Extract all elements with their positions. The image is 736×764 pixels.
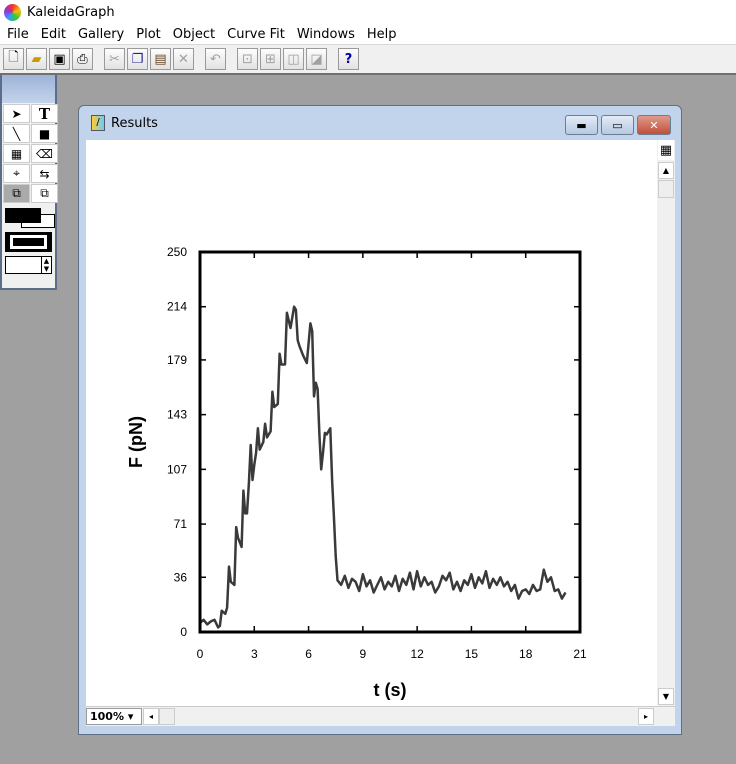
x-tick-label: 9: [360, 647, 367, 661]
x-tick-label: 0: [197, 647, 204, 661]
y-tick-label: 250: [167, 245, 187, 259]
y-tick-label: 71: [174, 517, 188, 531]
x-tick-label: 18: [519, 647, 533, 661]
y-tick-label: 143: [167, 408, 187, 422]
force-time-chart: 0 3 6 9 12 15 18 2103671107143179214250 F (pN) …: [126, 245, 587, 700]
y-tick-label: 36: [174, 570, 188, 584]
data-series-line: [199, 305, 567, 629]
y-tick-label: 214: [167, 300, 187, 314]
x-tick-label: 6: [305, 647, 312, 661]
x-axis-label: t (s): [374, 680, 407, 700]
x-tick-label: 12: [410, 647, 424, 661]
x-tick-label: 15: [465, 647, 479, 661]
y-tick-label: 0: [180, 625, 187, 639]
y-tick-label: 107: [167, 462, 187, 476]
y-axis-label: F (pN): [126, 416, 146, 468]
x-tick-label: 21: [573, 647, 587, 661]
x-tick-label: 3: [251, 647, 258, 661]
y-tick-label: 179: [167, 353, 187, 367]
